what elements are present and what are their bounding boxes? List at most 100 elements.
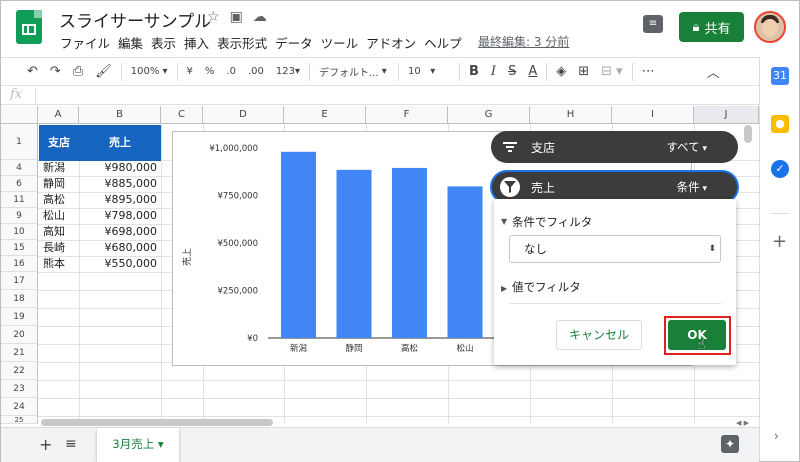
- chart-bar[interactable]: [281, 151, 316, 338]
- column-header-b[interactable]: B: [79, 106, 161, 124]
- menu-addons[interactable]: アドオン: [366, 33, 416, 52]
- table-cell-sales[interactable]: ¥550,000: [79, 256, 161, 272]
- row-header-18[interactable]: 18: [1, 290, 38, 308]
- font-select[interactable]: デフォルト... ▾: [313, 58, 395, 86]
- menu-tools[interactable]: ツール: [321, 33, 359, 52]
- more-icon[interactable]: ⋯: [636, 58, 661, 86]
- all-sheets-button[interactable]: ≡: [65, 436, 77, 452]
- column-header-a[interactable]: A: [38, 106, 79, 124]
- undo-icon[interactable]: ↶: [21, 58, 44, 86]
- menu-edit[interactable]: 編集: [118, 33, 143, 52]
- increase-decimal-button[interactable]: .00: [242, 58, 270, 86]
- italic-button[interactable]: I: [485, 58, 502, 86]
- row-header-20[interactable]: 20: [1, 326, 38, 344]
- table-cell-branch[interactable]: 高知: [39, 224, 69, 240]
- column-header-i[interactable]: I: [612, 106, 694, 124]
- sheets-logo-icon[interactable]: [16, 10, 42, 44]
- slicer-branch[interactable]: 支店 すべて: [491, 131, 738, 163]
- column-header-d[interactable]: D: [203, 106, 284, 124]
- row-header-24[interactable]: 24: [1, 398, 38, 416]
- horizontal-scroll-thumb[interactable]: [41, 419, 273, 426]
- row-header-9[interactable]: 9: [1, 208, 38, 224]
- table-cell-sales[interactable]: ¥680,000: [79, 240, 161, 256]
- table-header-branch[interactable]: 支店: [39, 125, 79, 161]
- table-header-sales[interactable]: 売上: [79, 125, 161, 161]
- text-color-button[interactable]: A: [522, 58, 543, 86]
- table-cell-branch[interactable]: 高松: [39, 192, 69, 208]
- table-cell-sales[interactable]: ¥798,000: [79, 208, 161, 224]
- row-header-15[interactable]: 15: [1, 240, 38, 256]
- slicer-branch-value[interactable]: すべて: [666, 139, 707, 155]
- chart-bar[interactable]: [336, 169, 372, 338]
- menu-file[interactable]: ファイル: [60, 33, 110, 52]
- menu-view[interactable]: 表示: [151, 33, 176, 52]
- star-icon[interactable]: ☆: [207, 9, 220, 25]
- row-header-19[interactable]: 19: [1, 308, 38, 326]
- row-header-10[interactable]: 10: [1, 224, 38, 240]
- column-header-h[interactable]: H: [530, 106, 612, 124]
- formula-bar[interactable]: fx: [1, 85, 761, 105]
- row-header-11[interactable]: 11: [1, 192, 38, 208]
- table-cell-branch[interactable]: 静岡: [39, 176, 69, 192]
- row-header-1[interactable]: 1: [1, 124, 38, 160]
- last-edit-link[interactable]: 最終編集: 3 分前: [478, 33, 569, 50]
- table-cell-sales[interactable]: ¥980,000: [79, 160, 161, 176]
- scroll-arrows-icon[interactable]: ◀ ▶: [736, 419, 749, 427]
- menu-data[interactable]: データ: [275, 33, 313, 52]
- expand-right-icon[interactable]: ▶: [501, 284, 507, 293]
- chart-bar[interactable]: [392, 167, 427, 338]
- more-formats-select[interactable]: 123 ▾: [270, 58, 306, 86]
- menu-help[interactable]: ヘルプ: [424, 33, 462, 52]
- redo-icon[interactable]: ↷: [44, 58, 67, 86]
- column-header-f[interactable]: F: [366, 106, 448, 124]
- fill-color-icon[interactable]: ◈: [550, 58, 572, 86]
- tasks-icon[interactable]: ✓: [771, 160, 789, 178]
- cloud-status-icon[interactable]: ☁: [253, 9, 267, 25]
- merge-cells-icon[interactable]: ⊟ ▾: [595, 58, 629, 86]
- horizontal-scrollbar[interactable]: [1, 419, 759, 427]
- column-header-g[interactable]: G: [448, 106, 530, 124]
- row-header-6[interactable]: 6: [1, 176, 38, 192]
- row-header-22[interactable]: 22: [1, 362, 38, 380]
- font-size-select[interactable]: 10 ▾: [402, 58, 456, 86]
- menu-format[interactable]: 表示形式: [217, 33, 267, 52]
- add-sheet-button[interactable]: +: [39, 435, 52, 454]
- table-cell-branch[interactable]: 熊本: [39, 256, 69, 272]
- menu-insert[interactable]: 挿入: [184, 33, 209, 52]
- column-header-j[interactable]: J: [694, 106, 759, 124]
- table-cell-branch[interactable]: 松山: [39, 208, 69, 224]
- row-header-16[interactable]: 16: [1, 256, 38, 272]
- filter-by-condition[interactable]: 条件でフィルタ: [512, 214, 592, 230]
- sheet-tab-march-sales[interactable]: 3月売上 ▾: [97, 428, 179, 462]
- vertical-scrollbar[interactable]: [744, 125, 752, 143]
- chart-bar[interactable]: [447, 186, 483, 338]
- select-all-corner[interactable]: [1, 106, 38, 124]
- column-header-e[interactable]: E: [284, 106, 366, 124]
- bold-button[interactable]: B: [463, 58, 485, 86]
- expand-down-icon[interactable]: ▼: [501, 217, 507, 226]
- document-title[interactable]: スライサーサンプル: [59, 7, 211, 32]
- strikethrough-button[interactable]: S: [502, 58, 522, 86]
- calendar-icon[interactable]: 31: [771, 67, 789, 85]
- row-header-21[interactable]: 21: [1, 344, 38, 362]
- currency-format-button[interactable]: ¥: [181, 58, 199, 86]
- table-cell-sales[interactable]: ¥895,000: [79, 192, 161, 208]
- column-header-c[interactable]: C: [161, 106, 203, 124]
- row-header-23[interactable]: 23: [1, 380, 38, 398]
- condition-select[interactable]: なし ⬍: [509, 235, 721, 263]
- row-header-4[interactable]: 4: [1, 160, 38, 176]
- filter-by-values[interactable]: 値でフィルタ: [512, 279, 581, 295]
- table-cell-sales[interactable]: ¥698,000: [79, 224, 161, 240]
- row-header-17[interactable]: 17: [1, 272, 38, 290]
- cancel-button[interactable]: キャンセル: [556, 320, 642, 350]
- decrease-decimal-button[interactable]: .0: [220, 58, 242, 86]
- move-icon[interactable]: ▣: [230, 9, 243, 25]
- expand-panel-icon[interactable]: ›: [774, 429, 779, 443]
- percent-format-button[interactable]: %: [199, 58, 221, 86]
- paint-format-icon[interactable]: 🖌︎: [89, 58, 118, 86]
- share-button[interactable]: 🔒︎ 共有: [679, 12, 744, 42]
- table-cell-branch[interactable]: 長崎: [39, 240, 69, 256]
- avatar[interactable]: [754, 11, 786, 43]
- table-cell-branch[interactable]: 新潟: [39, 160, 69, 176]
- add-addon-icon[interactable]: +: [772, 231, 787, 252]
